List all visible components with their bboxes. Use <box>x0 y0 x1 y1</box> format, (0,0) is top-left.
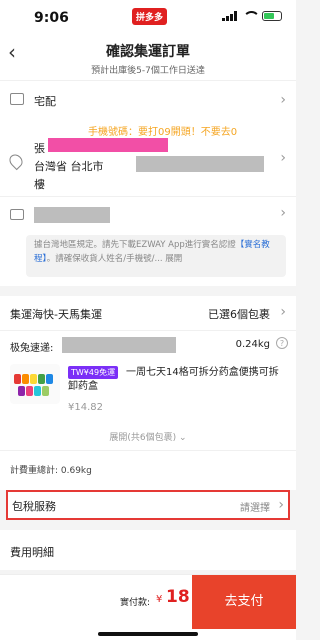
pay-label: 實付款: <box>120 598 151 608</box>
total-weight: 計費重總計: 0.69kg <box>10 466 92 476</box>
checkout-bar: 實付款: ¥ 18 去支付 <box>0 574 296 640</box>
chevron-right-icon: › <box>278 497 284 513</box>
chevron-right-icon: › <box>280 150 286 166</box>
status-bar: 9:06 拼多多 <box>0 0 296 36</box>
shipping-card: 集運海快-天馬集運 已選6個包裹 › 极兔速递: 0.24kg ? TW¥49免… <box>0 296 296 484</box>
divider <box>0 520 296 530</box>
status-time: 9:06 <box>34 10 69 26</box>
pay-button[interactable]: 去支付 <box>192 575 296 629</box>
chevron-right-icon: › <box>280 304 286 320</box>
truck-icon <box>10 93 24 105</box>
id-card-icon <box>10 209 24 220</box>
notice-text: 據台灣地區規定。請先下載EZWAY App進行實名認證 <box>34 240 236 250</box>
id-notice: 據台灣地區規定。請先下載EZWAY App進行實名認證【實名教程】。請確保收貨人… <box>26 235 286 277</box>
shipping-selected: 已選6個包裹 <box>208 308 270 321</box>
chevron-down-icon: ⌄ <box>179 433 187 443</box>
chevron-right-icon: › <box>280 205 286 221</box>
tax-select: 請選擇 <box>240 503 270 514</box>
pay-amount: 18 <box>166 587 190 607</box>
courier-label: 极兔速递: <box>10 343 54 354</box>
brand-badge: 拼多多 <box>132 8 168 25</box>
redacted-address <box>136 156 264 172</box>
redacted-id <box>34 207 110 223</box>
fee-heading: 費用明細 <box>10 546 54 559</box>
home-indicator <box>98 632 198 636</box>
tax-label: 包稅服務 <box>12 500 56 513</box>
product-image <box>10 364 60 404</box>
address-card: 宅配 › 手機號碼：要打09開頭！不要去0 張 台灣省 台北市 樓 › › 據台… <box>0 80 296 286</box>
tax-service-row[interactable]: 包稅服務 請選擇 › <box>6 490 290 520</box>
recipient-name: 張 <box>34 142 45 155</box>
divider <box>0 286 296 296</box>
redacted-phone <box>48 138 168 152</box>
fee-details-header: 費用明細 <box>0 530 296 570</box>
chevron-right-icon: › <box>280 92 286 108</box>
expand-packages[interactable]: 展開(共6個包裹) ⌄ <box>0 424 296 450</box>
total-weight-row: 計費重總計: 0.69kg <box>0 450 296 484</box>
page-subtitle: 預計出庫後5-7個工作日送達 <box>91 66 205 76</box>
location-pin-icon <box>6 151 26 171</box>
expand-label: 展開(共6個包裹) <box>109 433 177 443</box>
address-row[interactable]: 手機號碼：要打09開頭！不要去0 張 台灣省 台北市 樓 › <box>0 120 296 196</box>
courier-row: 极兔速递: 0.24kg ? <box>0 330 296 360</box>
wifi-icon <box>243 11 260 21</box>
delivery-method-row[interactable]: 宅配 › <box>0 80 296 120</box>
product-title: 一周七天14格可拆分药盒便携可拆卸药盒 <box>68 367 279 392</box>
address-city: 台灣省 台北市 <box>34 160 104 173</box>
id-row[interactable]: › 據台灣地區規定。請先下載EZWAY App進行實名認證【實名教程】。請確保收… <box>0 196 296 286</box>
nav-bar: ‹ 確認集運訂單 預計出庫後5-7個工作日送達 <box>0 36 296 80</box>
package-weight: 0.24kg <box>235 339 270 350</box>
product-price: ¥14.82 <box>68 402 103 413</box>
product-item[interactable]: TW¥49免運 一周七天14格可拆分药盒便携可拆卸药盒 ¥14.82 <box>0 360 296 424</box>
redacted-tracking <box>62 337 176 353</box>
battery-icon <box>262 11 282 21</box>
shipping-name: 集運海快-天馬集運 <box>10 308 102 321</box>
address-line2: 樓 <box>34 178 45 191</box>
page-title: 確認集運訂單 <box>106 44 190 60</box>
delivery-label: 宅配 <box>34 95 56 108</box>
help-icon[interactable]: ? <box>276 337 288 349</box>
notice-text-after: 。請確保收貨人姓名/手機號/... 展開 <box>46 254 183 264</box>
currency-symbol: ¥ <box>156 594 163 605</box>
signal-icon <box>222 11 237 21</box>
status-icons <box>222 11 282 21</box>
phone-note: 手機號碼：要打09開頭！不要去0 <box>88 127 238 138</box>
shipping-method-row[interactable]: 集運海快-天馬集運 已選6個包裹 › <box>0 296 296 330</box>
